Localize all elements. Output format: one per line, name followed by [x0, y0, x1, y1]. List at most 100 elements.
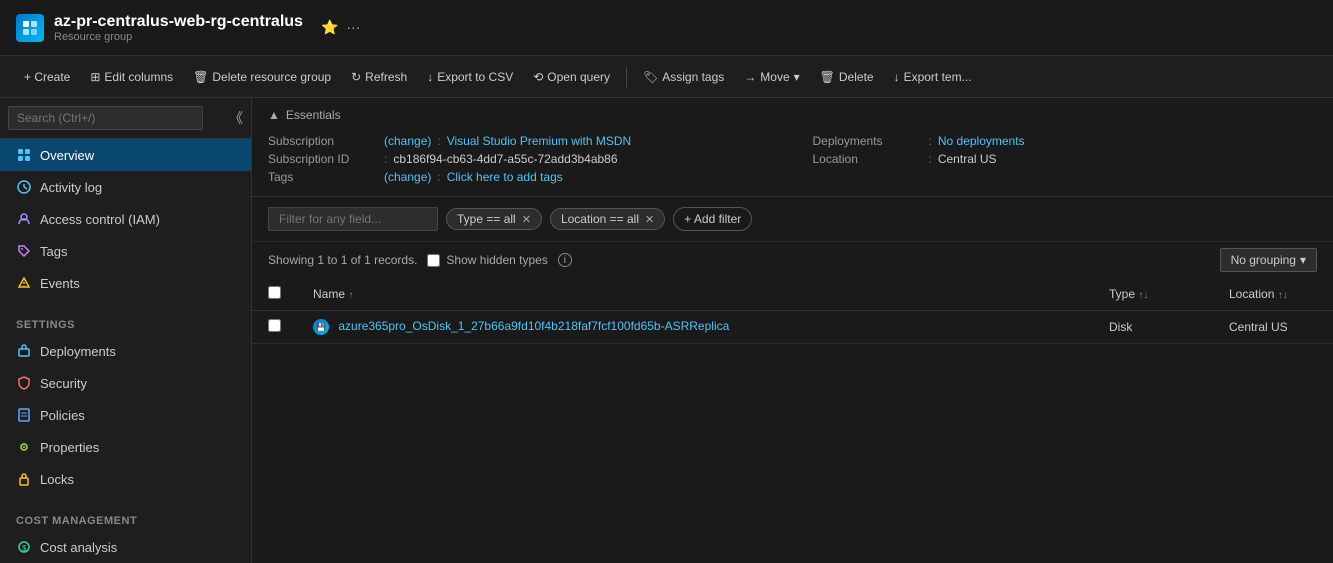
sidebar-item-security[interactable]: Security: [0, 367, 251, 399]
export-csv-button[interactable]: ↓ Export to CSV: [419, 66, 521, 88]
records-left: Showing 1 to 1 of 1 records. Show hidden…: [268, 253, 572, 267]
svg-text:$: $: [22, 544, 27, 553]
essentials-collapse-icon[interactable]: ▲: [268, 108, 280, 122]
properties-icon: [16, 439, 32, 455]
col-header-location[interactable]: Location ↑↓: [1213, 278, 1333, 311]
delete-rg-icon: 🗑: [193, 70, 208, 84]
sidebar-item-label: Deployments: [40, 344, 116, 359]
select-all-checkbox[interactable]: [268, 286, 281, 299]
row-name-cell: 💾 azure365pro_OsDisk_1_27b66a9fd10f4b218…: [297, 311, 1093, 344]
sidebar-item-label: Tags: [40, 244, 67, 259]
open-query-button[interactable]: ⟲ Open query: [525, 66, 618, 88]
page-title: az-pr-centralus-web-rg-centralus: [54, 13, 303, 31]
sidebar-item-deployments[interactable]: Deployments: [0, 335, 251, 367]
events-icon: [16, 275, 32, 291]
content-area: ▲ Essentials Subscription (change) : Vis…: [252, 98, 1333, 563]
essentials-label: Essentials: [286, 108, 341, 122]
field-filter-input[interactable]: [268, 207, 438, 231]
sidebar-item-label: Activity log: [40, 180, 102, 195]
sidebar-item-label: Cost analysis: [40, 540, 117, 555]
export-csv-icon: ↓: [427, 70, 433, 84]
sidebar-item-cost-analysis[interactable]: $ Cost analysis: [0, 531, 251, 563]
sidebar-item-activity-log[interactable]: Activity log: [0, 171, 251, 203]
filters-bar: Type == all ✕ Location == all ✕ + Add fi…: [252, 197, 1333, 242]
header-title-group: az-pr-centralus-web-rg-centralus Resourc…: [54, 13, 303, 43]
essentials-header: ▲ Essentials: [268, 108, 1317, 122]
type-filter-remove[interactable]: ✕: [522, 213, 531, 226]
toolbar: + Create ⊞ Edit columns 🗑 Delete resourc…: [0, 56, 1333, 98]
tags-change-link[interactable]: (change): [384, 170, 431, 184]
cost-section-label: Cost Management: [0, 503, 251, 531]
show-hidden-text: Show hidden types: [446, 253, 547, 267]
sidebar-item-label: Properties: [40, 440, 99, 455]
assign-tags-button[interactable]: 🏷 Assign tags: [635, 66, 732, 88]
subscription-id-row: Subscription ID : cb186f94-cb63-4dd7-a55…: [268, 150, 773, 168]
sidebar-search-container: 《: [0, 98, 251, 139]
assign-tags-icon: 🏷: [643, 70, 658, 84]
row-checkbox[interactable]: [268, 319, 281, 332]
essentials-grid: Subscription (change) : Visual Studio Pr…: [268, 132, 1317, 186]
pin-icon[interactable]: ⭐: [321, 19, 338, 36]
type-filter-label: Type == all: [457, 212, 516, 226]
no-grouping-button[interactable]: No grouping ▾: [1220, 248, 1317, 272]
show-hidden-checkbox[interactable]: [427, 254, 440, 267]
sidebar-collapse-button[interactable]: 《: [229, 108, 243, 128]
move-button[interactable]: → Move ▾: [736, 66, 807, 88]
create-button[interactable]: + Create: [16, 66, 78, 88]
refresh-button[interactable]: ↻ Refresh: [343, 66, 415, 88]
add-filter-button[interactable]: + Add filter: [673, 207, 752, 231]
sidebar-item-policies[interactable]: Policies: [0, 399, 251, 431]
resources-table: Name ↑ Type ↑↓ Location ↑↓: [252, 278, 1333, 344]
toolbar-separator: [626, 67, 627, 87]
records-bar: Showing 1 to 1 of 1 records. Show hidden…: [252, 242, 1333, 278]
header-icons: ⭐ ···: [321, 19, 360, 36]
records-count: Showing 1 to 1 of 1 records.: [268, 253, 417, 267]
location-value: Central US: [938, 152, 997, 166]
edit-columns-button[interactable]: ⊞ Edit columns: [82, 66, 181, 88]
sidebar-search-input[interactable]: [8, 106, 203, 130]
deployments-value[interactable]: No deployments: [938, 134, 1025, 148]
deployments-icon: [16, 343, 32, 359]
show-hidden-label[interactable]: Show hidden types: [427, 253, 547, 267]
tags-value-link[interactable]: Click here to add tags: [447, 170, 563, 184]
location-filter-remove[interactable]: ✕: [645, 213, 654, 226]
subscription-change-link[interactable]: (change): [384, 134, 431, 148]
sidebar-item-label: Access control (IAM): [40, 212, 160, 227]
resource-name-link[interactable]: azure365pro_OsDisk_1_27b66a9fd10f4b218fa…: [338, 319, 729, 333]
essentials-section: ▲ Essentials Subscription (change) : Vis…: [252, 98, 1333, 197]
row-location-cell: Central US: [1213, 311, 1333, 344]
sidebar-item-tags[interactable]: Tags: [0, 235, 251, 267]
type-filter-tag: Type == all ✕: [446, 208, 542, 230]
subscription-id-key: Subscription ID: [268, 152, 378, 166]
sidebar-item-locks[interactable]: Locks: [0, 463, 251, 495]
deployments-key: Deployments: [813, 134, 923, 148]
sidebar-item-overview[interactable]: Overview: [0, 139, 251, 171]
edit-columns-icon: ⊞: [90, 70, 100, 84]
delete-button[interactable]: 🗑 Delete: [812, 66, 882, 88]
sidebar-item-properties[interactable]: Properties: [0, 431, 251, 463]
access-control-icon: [16, 211, 32, 227]
sidebar-item-label: Policies: [40, 408, 85, 423]
move-icon: →: [744, 70, 756, 84]
delete-icon: 🗑: [820, 70, 835, 84]
export-template-button[interactable]: ↓ Export tem...: [886, 66, 980, 88]
subscription-id-value: cb186f94-cb63-4dd7-a55c-72add3b4ab86: [393, 152, 617, 166]
info-icon[interactable]: i: [558, 253, 572, 267]
delete-rg-button[interactable]: 🗑 Delete resource group: [185, 66, 339, 88]
sidebar-item-events[interactable]: Events: [0, 267, 251, 299]
sidebar-item-label: Locks: [40, 472, 74, 487]
records-right: No grouping ▾: [1220, 248, 1317, 272]
location-key: Location: [813, 152, 923, 166]
sidebar-item-access-control[interactable]: Access control (IAM): [0, 203, 251, 235]
no-grouping-chevron: ▾: [1300, 253, 1306, 267]
sidebar-item-label: Security: [40, 376, 87, 391]
tags-key: Tags: [268, 170, 378, 184]
refresh-icon: ↻: [351, 70, 361, 84]
more-icon[interactable]: ···: [346, 19, 360, 36]
col-header-type[interactable]: Type ↑↓: [1093, 278, 1213, 311]
location-filter-tag: Location == all ✕: [550, 208, 665, 230]
col-header-name[interactable]: Name ↑: [297, 278, 1093, 311]
top-header: az-pr-centralus-web-rg-centralus Resourc…: [0, 0, 1333, 56]
sidebar-item-label: Events: [40, 276, 80, 291]
subscription-value-link[interactable]: Visual Studio Premium with MSDN: [447, 134, 632, 148]
